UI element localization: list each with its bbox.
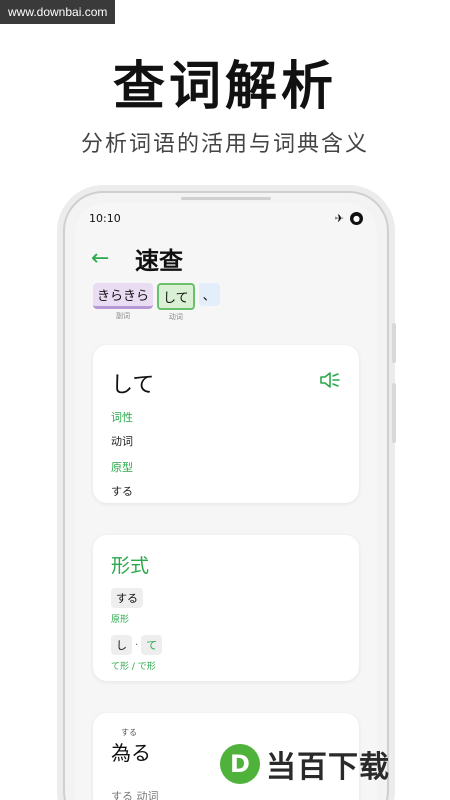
- base-form-value: する: [111, 485, 133, 498]
- watermark-url: www.downbai.com: [0, 0, 116, 24]
- token-text: して: [157, 283, 195, 310]
- form-heading: 形式: [111, 555, 150, 577]
- back-arrow-icon[interactable]: ←: [91, 246, 131, 271]
- phone-mockup: 10:10 ✈ ● ← 速查 きらきら 副词 して 动词 、 して 词性 动词 …: [63, 191, 396, 800]
- phone-screen: 10:10 ✈ ● ← 速查 きらきら 副词 して 动词 、 して 词性 动词 …: [75, 203, 377, 800]
- speaker-icon[interactable]: [319, 371, 341, 389]
- word-kanji: 為る: [111, 741, 151, 765]
- status-time: 10:10: [89, 211, 121, 225]
- brand-logo: D: [220, 744, 260, 784]
- token-item[interactable]: 、: [198, 283, 220, 306]
- notification-icon: ●: [350, 211, 363, 225]
- dictionary-meta: する 动词: [111, 790, 159, 800]
- app-bar: ← 速查: [91, 241, 361, 275]
- token-pos: 副词: [116, 312, 130, 320]
- hero-title: 查词解析: [112, 57, 337, 117]
- form-card: 形式 する 原形 し · て て形 / で形: [93, 535, 359, 681]
- brand-text: 当百下载: [266, 750, 390, 785]
- base-chip-row: する: [111, 588, 341, 608]
- word-reading: する: [121, 728, 137, 737]
- hero-subtitle: 分析词语的活用与词典含义: [80, 132, 369, 157]
- token-item[interactable]: きらきら 副词: [93, 283, 154, 321]
- phone-speaker: [181, 197, 271, 200]
- pos-value: 动词: [111, 435, 133, 448]
- base-form-caption: 原形: [111, 615, 130, 625]
- te-form-separator: ·: [135, 639, 139, 651]
- token-item-selected[interactable]: して 动词: [157, 283, 195, 322]
- base-form-chip[interactable]: する: [111, 588, 143, 608]
- base-form-label: 原型: [111, 461, 133, 474]
- token-pos: 动词: [168, 313, 183, 321]
- te-form-stem-chip[interactable]: し: [111, 635, 132, 655]
- token-text: きらきら: [93, 283, 154, 309]
- te-form-chip-row: し · て: [111, 635, 341, 655]
- status-bar: 10:10 ✈ ●: [89, 209, 363, 227]
- brand-watermark: D 当百下载: [220, 742, 390, 786]
- te-form-suffix-chip[interactable]: て: [141, 635, 163, 655]
- phone-side-button: [392, 323, 396, 363]
- page-title: 速查: [135, 246, 183, 275]
- pos-label: 词性: [111, 411, 133, 424]
- phone-side-button: [392, 383, 396, 443]
- word-detail-card: して 词性 动词 原型 する: [93, 345, 359, 503]
- dictionary-word: する 為る: [111, 728, 151, 766]
- token-text: 、: [198, 283, 220, 306]
- airplane-icon: ✈: [334, 211, 344, 225]
- token-list: きらきら 副词 して 动词 、: [93, 283, 220, 322]
- word-surface: して: [111, 373, 155, 398]
- status-icons: ✈ ●: [334, 211, 363, 225]
- te-form-caption: て形 / で形: [111, 662, 156, 672]
